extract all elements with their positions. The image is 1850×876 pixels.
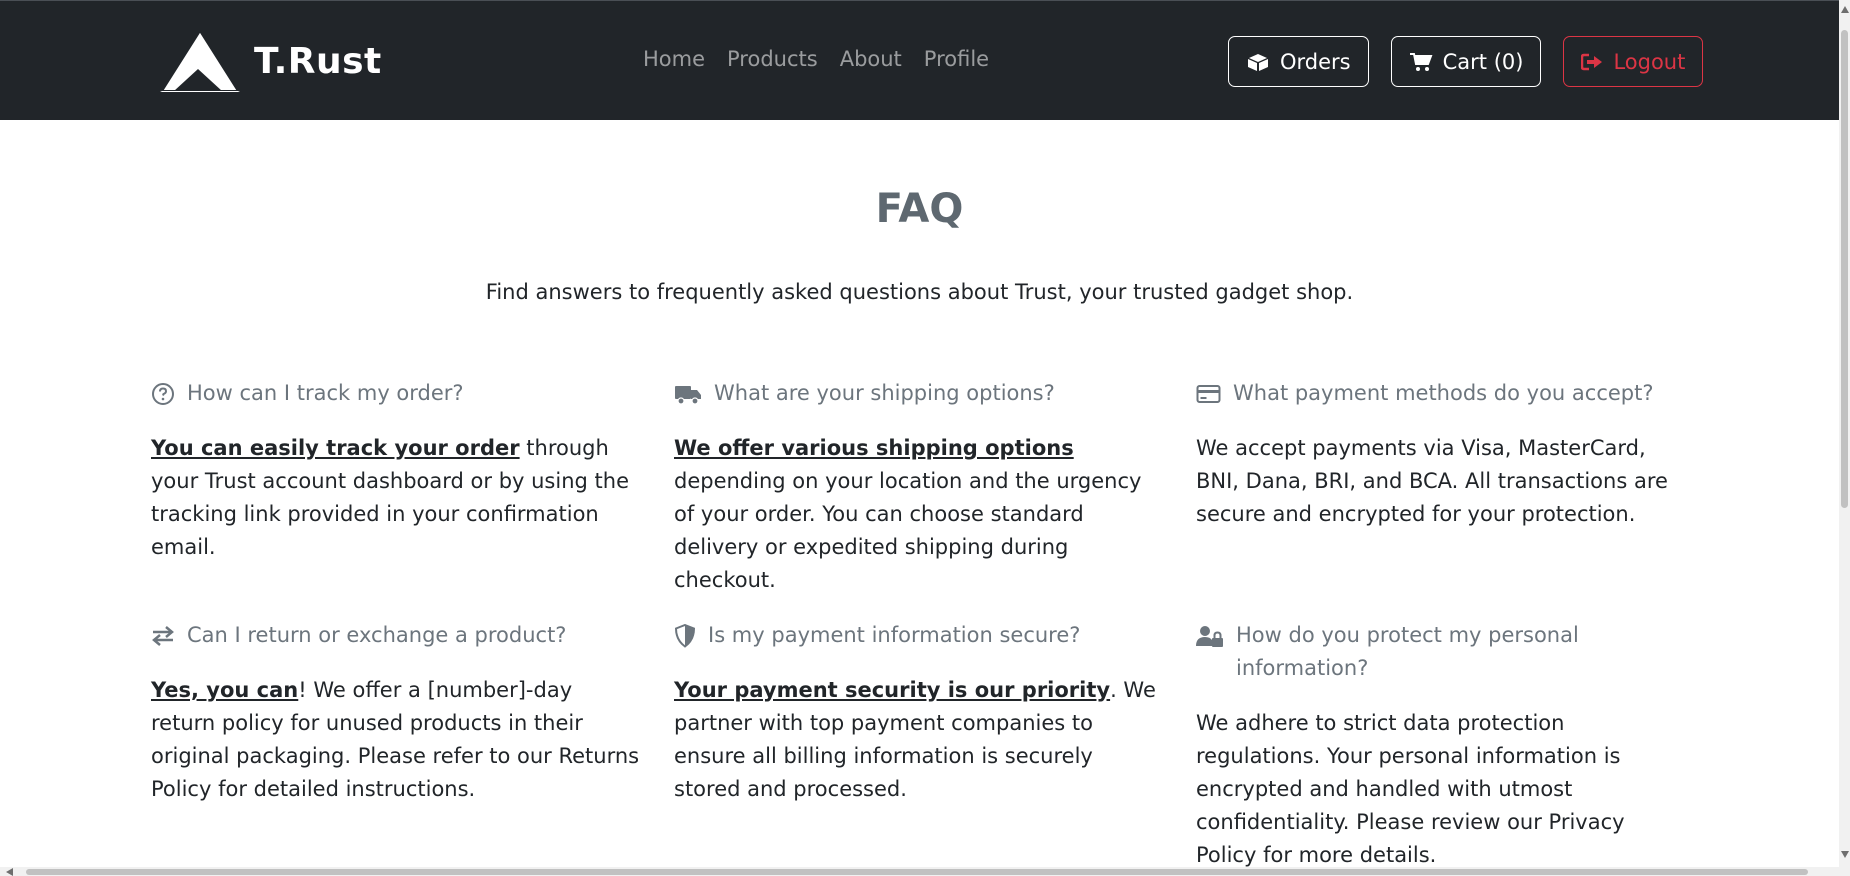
page: T.Rust Home Products About Profile Order… xyxy=(0,0,1850,876)
faq-answer: We offer various shipping options depend… xyxy=(674,432,1164,597)
credit-card-icon xyxy=(1196,377,1221,410)
faq-answer-highlight[interactable]: You can easily track your order xyxy=(151,436,520,460)
faq-lead: Find answers to frequently asked questio… xyxy=(485,280,1354,304)
brand-name: T.Rust xyxy=(254,40,382,82)
faq-title: FAQ xyxy=(875,186,964,232)
faq-item-track-order: How can I track my order? You can easily… xyxy=(151,377,641,564)
vertical-scrollbar[interactable] xyxy=(1839,0,1850,876)
orders-button[interactable]: Orders xyxy=(1228,36,1369,87)
faq-item-shipping: What are your shipping options? We offer… xyxy=(674,377,1164,597)
faq-answer: We adhere to strict data protection regu… xyxy=(1196,707,1686,872)
truck-icon xyxy=(674,377,702,410)
brand-link[interactable]: T.Rust xyxy=(160,29,382,93)
horizontal-scrollbar[interactable] xyxy=(0,867,1839,876)
shield-icon xyxy=(674,619,696,652)
faq-question-text: What are your shipping options? xyxy=(714,381,1055,405)
faq-item-payment-methods: What payment methods do you accept? We a… xyxy=(1196,377,1686,531)
faq-item-personal-info: How do you protect my personal informati… xyxy=(1196,619,1686,872)
faq-answer-text: We adhere to strict data protection regu… xyxy=(1196,711,1625,867)
faq-answer-highlight[interactable]: Your payment security is our priority xyxy=(674,678,1110,702)
faq-answer: We accept payments via Visa, MasterCard,… xyxy=(1196,432,1686,531)
faq-answer-highlight[interactable]: We offer various shipping options xyxy=(674,436,1074,460)
sign-out-icon xyxy=(1581,53,1603,70)
scroll-left-arrow-icon[interactable] xyxy=(6,868,13,876)
scroll-down-arrow-icon[interactable] xyxy=(1841,851,1849,858)
faq-item-returns: Can I return or exchange a product? Yes,… xyxy=(151,619,641,806)
horizontal-scroll-thumb[interactable] xyxy=(26,869,1808,875)
faq-question-text: Can I return or exchange a product? xyxy=(187,623,567,647)
nav-link-profile[interactable]: Profile xyxy=(924,47,989,71)
cart-button[interactable]: Cart (0) xyxy=(1390,36,1542,87)
navbar: T.Rust Home Products About Profile Order… xyxy=(0,0,1839,120)
faq-answer: Yes, you can! We offer a [number]-day re… xyxy=(151,674,641,806)
faq-question: Can I return or exchange a product? xyxy=(151,619,641,652)
faq-question-text: How do you protect my personal informati… xyxy=(1236,623,1579,680)
orders-label: Orders xyxy=(1280,49,1351,74)
nav-actions: Orders Cart (0) Logout xyxy=(1228,36,1704,87)
faq-question-text: What payment methods do you accept? xyxy=(1233,381,1654,405)
cart-icon xyxy=(1409,52,1433,71)
faq-question-text: Is my payment information secure? xyxy=(708,623,1081,647)
faq-item-payment-security: Is my payment information secure? Your p… xyxy=(674,619,1164,806)
scroll-up-arrow-icon[interactable] xyxy=(1841,6,1849,13)
exchange-icon xyxy=(151,619,175,652)
vertical-scroll-thumb[interactable] xyxy=(1841,30,1848,508)
nav-link-products[interactable]: Products xyxy=(727,47,818,71)
logout-button[interactable]: Logout xyxy=(1563,36,1704,87)
cart-label: Cart (0) xyxy=(1442,49,1524,74)
faq-answer-highlight[interactable]: Yes, you can xyxy=(151,678,298,702)
faq-question: How can I track my order? xyxy=(151,377,641,410)
nav-link-about[interactable]: About xyxy=(840,47,902,71)
user-lock-icon xyxy=(1196,619,1224,652)
faq-question: Is my payment information secure? xyxy=(674,619,1164,652)
boxes-icon xyxy=(1248,53,1268,71)
faq-answer: Your payment security is our priority. W… xyxy=(674,674,1164,806)
nav-link-home[interactable]: Home xyxy=(643,47,705,71)
faq-question: What are your shipping options? xyxy=(674,377,1164,410)
question-circle-icon xyxy=(151,377,175,410)
faq-answer: You can easily track your order through … xyxy=(151,432,641,564)
faq-question: How do you protect my personal informati… xyxy=(1196,619,1686,685)
faq-answer-text: We accept payments via Visa, MasterCard,… xyxy=(1196,436,1668,526)
logout-label: Logout xyxy=(1613,49,1686,74)
mountain-logo xyxy=(160,29,240,92)
nav-links: Home Products About Profile xyxy=(643,47,989,71)
faq-question-text: How can I track my order? xyxy=(187,381,464,405)
faq-question: What payment methods do you accept? xyxy=(1196,377,1686,410)
faq-answer-text: depending on your location and the urgen… xyxy=(674,469,1142,592)
